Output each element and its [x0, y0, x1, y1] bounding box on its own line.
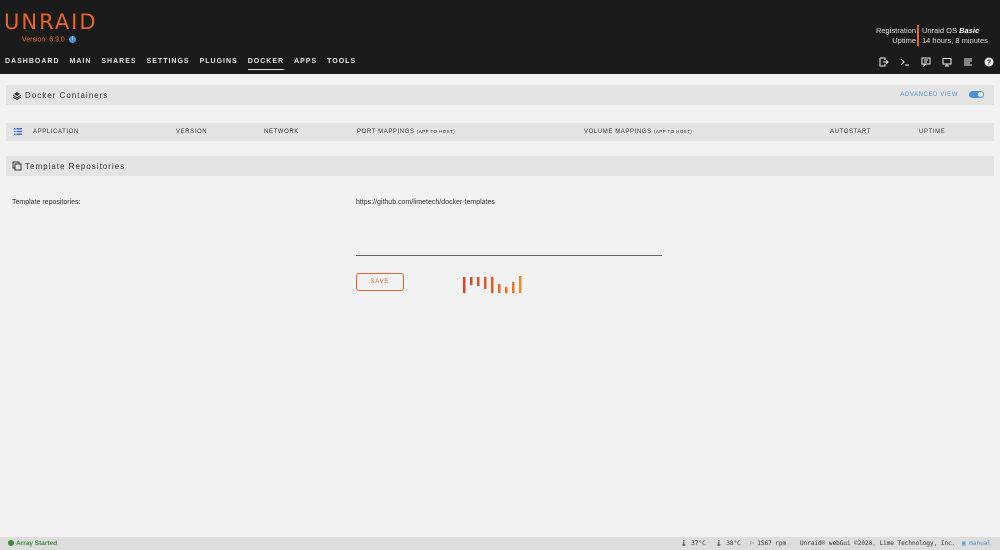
col-volume-mappings: VOLUME MAPPINGS (APP TO HOST): [584, 129, 692, 135]
feedback-icon[interactable]: [921, 57, 931, 67]
top-header: UNRAID Version: 6.9.0 i Registration Upt…: [0, 0, 1000, 74]
col-port-mappings-note: (APP TO HOST): [416, 129, 456, 134]
registration-block: Registration Uptime: [876, 26, 916, 46]
col-version: VERSION: [176, 129, 208, 135]
col-volume-mappings-label: VOLUME MAPPINGS: [584, 129, 652, 135]
fan-speed-value: 1567 rpm: [757, 540, 787, 547]
book-icon: ▣: [962, 540, 966, 547]
thermometer-icon: 🌡︎: [715, 540, 723, 547]
temp-2: 🌡︎ 38°C: [715, 540, 741, 547]
col-application: APPLICATION: [33, 129, 79, 135]
header-divider: [917, 25, 919, 46]
container-table-header: APPLICATION VERSION NETWORK PORT MAPPING…: [6, 123, 994, 141]
terminal-icon[interactable]: [900, 57, 910, 67]
array-status-text: Array Started: [16, 540, 58, 547]
manual-link-text: manual: [969, 540, 991, 547]
template-repositories-title: Template Repositories: [25, 162, 126, 171]
docker-containers-header: Docker Containers ADVANCED VIEW: [6, 85, 994, 105]
list-icon[interactable]: [14, 128, 22, 135]
nav-tools[interactable]: TOOLS: [327, 58, 356, 70]
fan-icon: ⚐: [750, 540, 754, 547]
help-icon[interactable]: ?: [984, 57, 994, 67]
os-edition: Basic: [959, 26, 980, 35]
nav-docker[interactable]: DOCKER: [247, 58, 285, 70]
temp-1: 🌡︎ 37°C: [680, 540, 706, 547]
nav-plugins[interactable]: PLUGINS: [200, 58, 238, 70]
log-icon[interactable]: [963, 57, 973, 67]
docker-icon: [12, 92, 22, 100]
main-nav: DASHBOARD MAIN SHARES SETTINGS PLUGINS D…: [5, 58, 366, 70]
advanced-view-toggle[interactable]: [969, 91, 984, 98]
status-footer: Array Started 🌡︎ 37°C 🌡︎ 38°C ⚐ 1567 rpm…: [0, 537, 1000, 550]
uptime-label: Uptime: [892, 36, 916, 45]
col-volume-mappings-note: (APP TO HOST): [653, 129, 693, 134]
template-repositories-textarea[interactable]: https://github.com/limetech/docker-templ…: [356, 199, 495, 206]
svg-text:?: ?: [987, 60, 991, 67]
docker-containers-title: Docker Containers: [25, 91, 109, 100]
nav-apps[interactable]: APPS: [294, 58, 317, 70]
info-icon[interactable]: i: [68, 36, 76, 43]
col-port-mappings-label: PORT MAPPINGS: [357, 129, 415, 135]
nav-settings[interactable]: SETTINGS: [147, 58, 190, 70]
registration-link[interactable]: Registration: [876, 26, 916, 36]
nav-main[interactable]: MAIN: [70, 58, 92, 70]
loading-spinner-icon: [463, 276, 522, 293]
template-repositories-label: Template repositories:: [12, 199, 81, 206]
col-autostart: AUTOSTART: [830, 129, 872, 135]
copy-icon: [12, 161, 22, 171]
col-network: NETWORK: [264, 129, 299, 135]
nav-shares[interactable]: SHARES: [101, 58, 136, 70]
textarea-underline: [356, 255, 662, 256]
logout-icon[interactable]: [879, 57, 889, 67]
uptime-value: 14 hours, 8 minutes: [922, 36, 988, 45]
fan-speed: ⚐ 1567 rpm: [750, 540, 786, 547]
os-prefix: Unraid OS: [922, 26, 958, 35]
col-uptime: UPTIME: [919, 129, 946, 135]
os-info: Unraid OS Basic 14 hours, 8 minutes: [922, 26, 988, 46]
thermometer-icon: 🌡︎: [680, 540, 688, 547]
temp-1-value: 37°C: [691, 540, 706, 547]
template-repositories-header: Template Repositories: [6, 156, 994, 176]
nav-icon-bar: ?: [868, 57, 994, 67]
manual-link[interactable]: ▣ manual: [962, 540, 991, 547]
version-label[interactable]: Version: 6.9.0 i: [22, 36, 76, 43]
advanced-view-label[interactable]: ADVANCED VIEW: [900, 92, 958, 98]
array-status-icon: [8, 540, 14, 547]
copyright: Unraid® webGui ©2020, Lime Technology, I…: [800, 540, 956, 547]
info-icon[interactable]: [942, 57, 952, 67]
save-button[interactable]: SAVE: [356, 273, 404, 291]
unraid-logo[interactable]: UNRAID: [4, 10, 98, 34]
nav-dashboard[interactable]: DASHBOARD: [5, 58, 60, 70]
array-status: Array Started: [8, 540, 57, 547]
version-text: Version: 6.9.0: [22, 36, 65, 44]
temp-2-value: 38°C: [726, 540, 741, 547]
col-port-mappings: PORT MAPPINGS (APP TO HOST): [357, 129, 455, 135]
